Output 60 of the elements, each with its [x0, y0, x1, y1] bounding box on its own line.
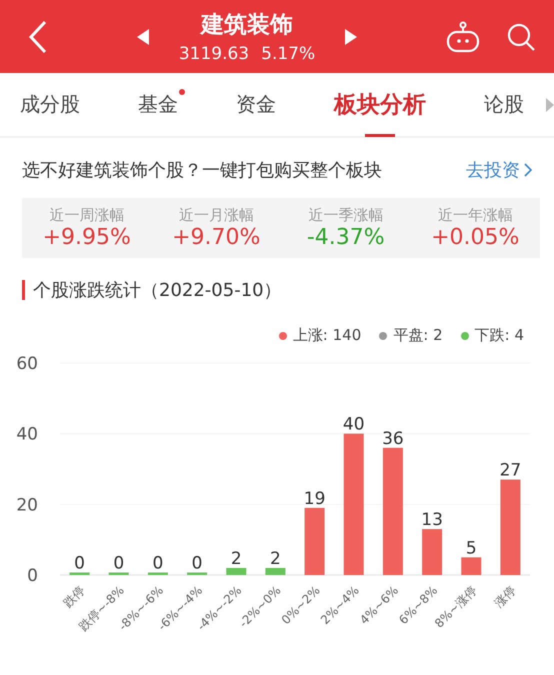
back-icon [28, 20, 48, 54]
index-value: 3119.63 [178, 44, 250, 64]
stat-label: 近一年涨幅 [438, 206, 513, 225]
sector-title: 建筑装饰 [200, 11, 293, 40]
value-label: 13 [421, 510, 443, 530]
stat-value: -4.37% [306, 225, 385, 250]
bar [226, 568, 246, 575]
value-label: 0 [192, 554, 202, 574]
bar [304, 508, 325, 575]
value-label: 0 [113, 554, 124, 574]
value-label: 2 [270, 548, 281, 569]
category-label: 跌停 [60, 583, 88, 610]
next-button[interactable] [345, 28, 358, 44]
index-change: 5.17% [261, 44, 316, 64]
chevron-icon [524, 163, 532, 177]
bar [187, 572, 208, 575]
invest-link[interactable]: 去投资 [466, 158, 532, 182]
axis-label: 40 [16, 424, 38, 445]
tab[interactable]: 板块分析 [334, 72, 426, 137]
value-label: 27 [500, 460, 522, 481]
tab[interactable]: 资金 [236, 72, 276, 137]
bar [70, 572, 90, 575]
bar [108, 572, 129, 575]
legend-label: 平盘: 2 [393, 326, 443, 345]
stat-value: +0.05% [431, 225, 520, 250]
right-triangle-icon [345, 28, 358, 44]
value-label: 0 [152, 554, 164, 574]
value-label: 40 [342, 414, 365, 435]
bar [461, 557, 482, 575]
bar [422, 529, 442, 575]
value-label: 36 [382, 428, 404, 449]
axis-label: 20 [16, 495, 38, 516]
bar [148, 572, 168, 575]
robot-icon [446, 20, 480, 52]
promo-text: 选不好建筑装饰个股？一键打包购买整个板块 [22, 159, 382, 182]
stat-value: +9.70% [172, 225, 260, 250]
axis-label: 0 [27, 566, 38, 586]
left-triangle-icon [136, 28, 149, 44]
stat-label: 近一季涨幅 [308, 206, 384, 225]
bar [265, 568, 286, 575]
previous-button[interactable] [136, 28, 149, 44]
tab[interactable]: 论股 [484, 72, 524, 137]
stat-value: +9.95% [42, 225, 131, 250]
value-label: 2 [230, 548, 242, 569]
stat-label: 近一月涨幅 [178, 206, 254, 225]
robot-button[interactable] [446, 20, 480, 52]
search-button[interactable] [506, 22, 536, 52]
category-label: 涨停 [492, 583, 519, 610]
legend-label: 下跌: 4 [474, 326, 524, 345]
back-button[interactable] [28, 20, 48, 54]
value-label: 19 [304, 488, 326, 509]
section-title: 个股涨跌统计（2022-05-10） [33, 279, 282, 302]
axis-label: 60 [16, 354, 38, 374]
tab[interactable]: 基金 [138, 72, 178, 137]
value-label: 0 [74, 554, 85, 574]
tab[interactable]: 成分股 [20, 72, 80, 137]
stat-label: 近一周涨幅 [49, 206, 124, 225]
search-icon [506, 22, 536, 52]
value-label: 5 [466, 538, 477, 558]
legend-label: 上涨: 140 [292, 326, 362, 345]
